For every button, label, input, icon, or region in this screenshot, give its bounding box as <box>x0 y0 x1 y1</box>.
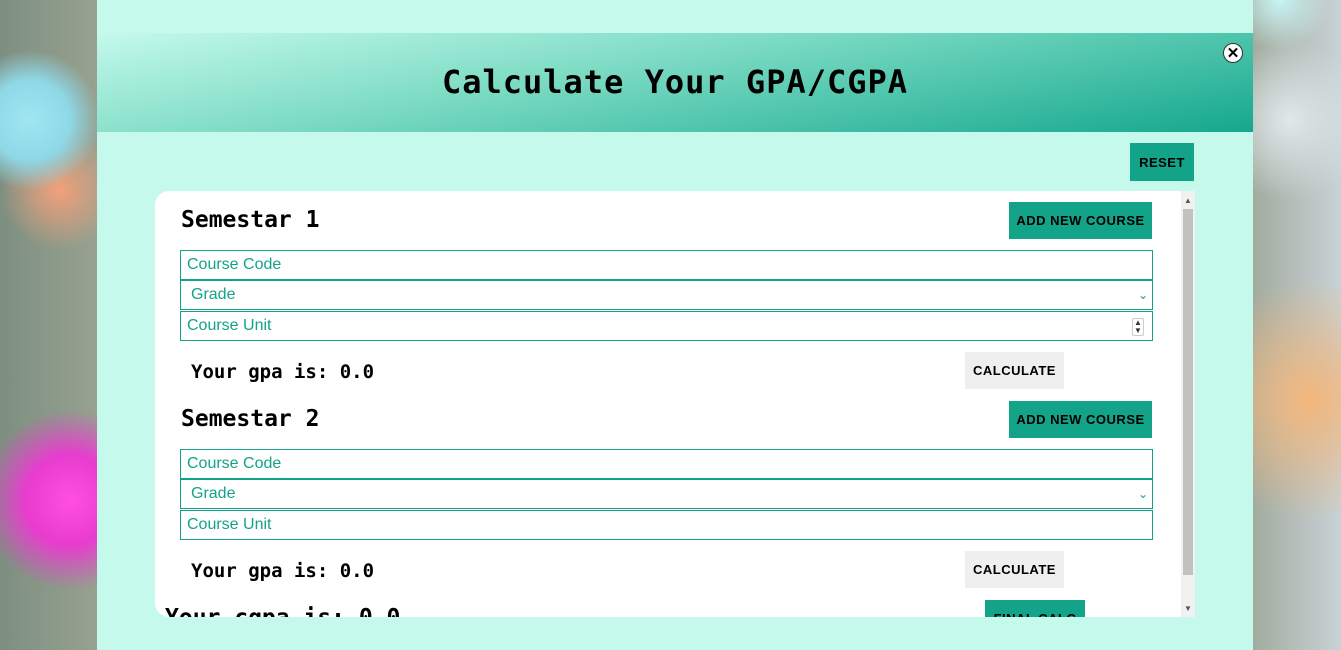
grade-select-value: Grade <box>191 286 236 303</box>
reset-button[interactable]: RESET <box>1130 143 1194 181</box>
chevron-down-icon: ⌄ <box>1137 288 1148 302</box>
gpa-result-semester-1: Your gpa is: 0.0 <box>191 361 375 383</box>
chevron-down-icon: ⌄ <box>1137 487 1148 501</box>
final-calc-button[interactable]: FINAL CALC <box>985 600 1085 617</box>
add-course-button-semester-2[interactable]: ADD NEW COURSE <box>1009 401 1152 438</box>
scrollbar[interactable]: ▲ ▼ <box>1181 191 1195 617</box>
page-title: Calculate Your GPA/CGPA <box>441 63 909 101</box>
course-code-input[interactable]: Course Code <box>180 250 1153 280</box>
cgpa-result: Your cgpa is: 0.0 <box>165 605 400 617</box>
number-spinner-icon[interactable]: ▲ ▼ <box>1132 318 1144 336</box>
modal-header: Calculate Your GPA/CGPA <box>97 33 1253 132</box>
calculate-button-semester-1[interactable]: CALCULATE <box>965 352 1064 389</box>
gpa-modal: Calculate Your GPA/CGPA ✕ RESET Semestar… <box>97 0 1253 650</box>
course-unit-input[interactable]: Course Unit <box>180 510 1153 540</box>
add-course-button-semester-1[interactable]: ADD NEW COURSE <box>1009 202 1152 239</box>
course-unit-placeholder: Course Unit <box>187 317 272 334</box>
scrollbar-thumb[interactable] <box>1183 209 1193 575</box>
gpa-result-semester-2: Your gpa is: 0.0 <box>191 560 375 582</box>
course-unit-input[interactable]: Course Unit ▲ ▼ <box>180 311 1153 341</box>
course-code-input[interactable]: Course Code <box>180 449 1153 479</box>
grade-select[interactable]: Grade ⌄ <box>180 479 1153 509</box>
scroll-down-icon[interactable]: ▼ <box>1181 601 1195 615</box>
grade-select[interactable]: Grade ⌄ <box>180 280 1153 310</box>
semester-1-title: Semestar 1 <box>181 207 320 233</box>
semesters-panel[interactable]: Semestar 1 ADD NEW COURSE Course Code Gr… <box>155 191 1195 617</box>
scroll-up-icon[interactable]: ▲ <box>1181 193 1195 207</box>
calculate-button-semester-2[interactable]: CALCULATE <box>965 551 1064 588</box>
grade-select-value: Grade <box>191 485 236 502</box>
close-icon[interactable]: ✕ <box>1223 43 1243 63</box>
semester-2-title: Semestar 2 <box>181 406 320 432</box>
